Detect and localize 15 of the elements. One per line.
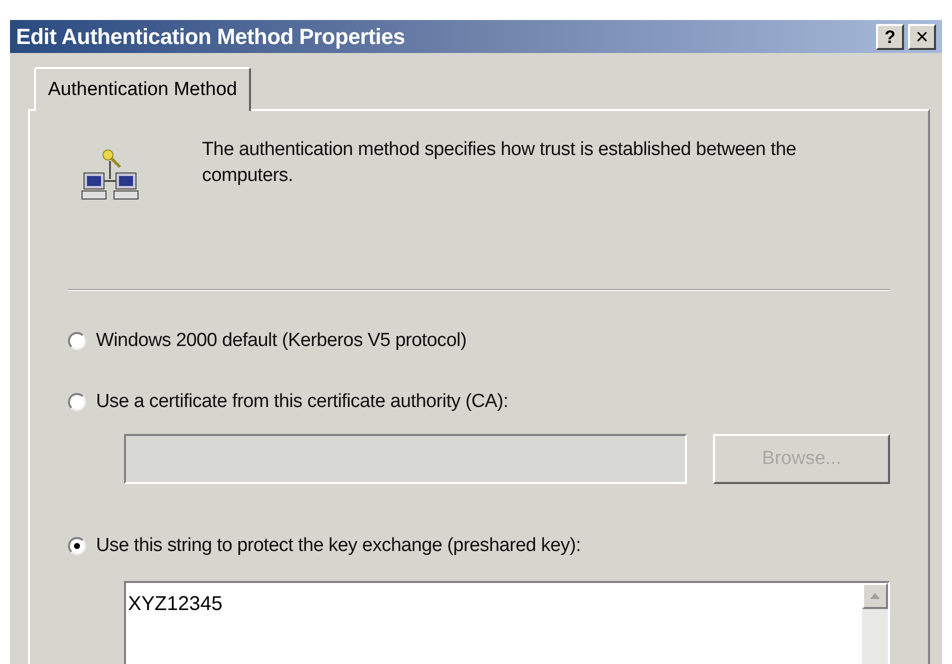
radio-label: Windows 2000 default (Kerberos V5 protocol) — [96, 329, 466, 353]
window-title: Edit Authentication Method Properties — [16, 23, 405, 51]
preshared-key-field[interactable]: XYZ12345 — [124, 580, 890, 664]
description-text: The authentication method specifies how trust is established between the computers. — [202, 138, 798, 188]
tab[interactable]: Authentication Method — [34, 67, 252, 111]
scroll-up-button[interactable] — [862, 582, 888, 608]
radio-button[interactable] — [68, 332, 86, 350]
radio-label: Use this string to protect the key exchange (preshared key): — [96, 534, 581, 558]
up-arrow-icon — [870, 592, 880, 598]
key-value: XYZ12345 — [127, 592, 224, 616]
radio-label: Use a certificate from this certificate authority (CA): — [96, 390, 508, 414]
radio-button[interactable] — [68, 537, 86, 556]
help-button[interactable]: ? — [876, 24, 904, 50]
close-button[interactable]: × — [908, 24, 936, 50]
radio-button[interactable] — [68, 392, 86, 411]
